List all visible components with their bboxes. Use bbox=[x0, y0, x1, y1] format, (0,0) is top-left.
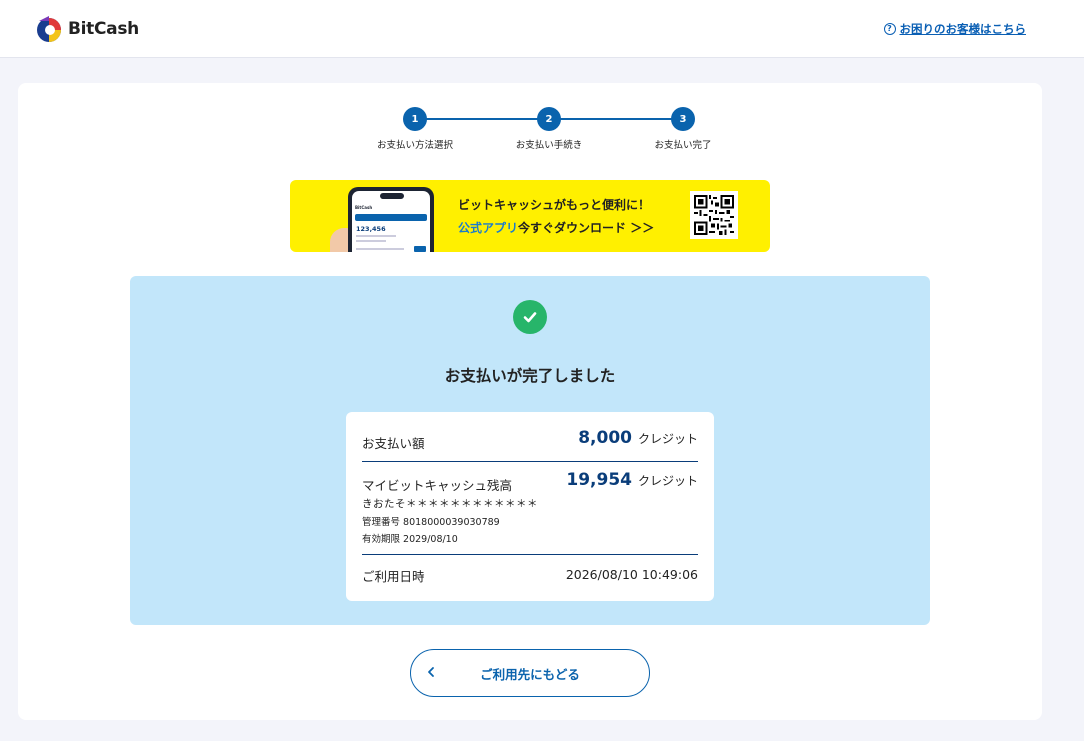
payment-amount-number: 8,000 bbox=[578, 428, 632, 448]
step-2: 2 お支払い手続き bbox=[489, 107, 609, 151]
phone-button bbox=[414, 246, 426, 252]
usage-date-value: 2026/08/10 10:49:06 bbox=[565, 567, 698, 582]
phone-text-line bbox=[356, 235, 396, 237]
detail-divider bbox=[362, 554, 698, 555]
banner-cta-accent: 公式アプリ bbox=[458, 221, 519, 235]
banner-cta-text: 今すぐダウンロード ＞＞ bbox=[518, 221, 655, 235]
help-link[interactable]: お困りのお客様はこちら bbox=[900, 21, 1027, 37]
phone-screen: BitCash 123,456 bbox=[352, 191, 430, 252]
payment-amount-value: 8,000 クレジット bbox=[578, 428, 698, 448]
progress-stepper: 1 お支払い方法選択 2 お支払い手続き 3 お支払い完了 bbox=[355, 107, 712, 157]
detail-divider bbox=[362, 461, 698, 462]
step-2-number: 2 bbox=[537, 107, 561, 131]
balance-label: マイビットキャッシュ残高 bbox=[362, 478, 513, 493]
step-1: 1 お支払い方法選択 bbox=[355, 107, 475, 151]
back-button-label: ご利用先にもどる bbox=[480, 666, 580, 682]
phone-amount: 123,456 bbox=[356, 225, 386, 233]
payment-amount-unit: クレジット bbox=[637, 432, 698, 446]
check-circle-icon bbox=[513, 300, 547, 334]
phone-illustration: BitCash 123,456 bbox=[348, 187, 434, 252]
step-3: 3 お支払い完了 bbox=[623, 107, 743, 151]
step-3-label: お支払い完了 bbox=[654, 140, 712, 151]
main-card: 1 お支払い方法選択 2 お支払い手続き 3 お支払い完了 BitCash 12… bbox=[18, 83, 1042, 720]
question-circle-icon: ? bbox=[883, 23, 896, 35]
phone-logo: BitCash bbox=[355, 205, 373, 211]
step-3-number: 3 bbox=[671, 107, 695, 131]
balance-value: 19,954 クレジット bbox=[566, 470, 698, 490]
qr-code-icon bbox=[690, 191, 738, 239]
banner-cta: 公式アプリ今すぐダウンロード ＞＞ bbox=[458, 219, 654, 236]
step-2-label: お支払い手続き bbox=[515, 140, 583, 151]
bitcash-logo[interactable]: BitCash bbox=[36, 13, 139, 45]
payment-result-panel: お支払いが完了しました お支払い額 8,000 クレジット マイビットキャッシュ… bbox=[130, 276, 930, 625]
phone-notch bbox=[380, 193, 404, 199]
logo-text: BitCash bbox=[68, 19, 139, 39]
banner-headline: ビットキャッシュがもっと便利に！ bbox=[458, 198, 651, 212]
chevron-left-icon bbox=[428, 667, 434, 677]
help-link-group[interactable]: ? お困りのお客様はこちら bbox=[883, 21, 1027, 37]
payment-amount-label: お支払い額 bbox=[362, 436, 425, 451]
result-title: お支払いが完了しました bbox=[444, 367, 616, 385]
usage-date-label: ご利用日時 bbox=[362, 569, 425, 584]
app-download-banner[interactable]: BitCash 123,456 ビットキャッシュがもっと便利に！ 公式アプリ今す… bbox=[290, 180, 770, 252]
step-1-number: 1 bbox=[403, 107, 427, 131]
header: BitCash ? お困りのお客様はこちら bbox=[0, 0, 1084, 58]
account-name-masked: きおたそ＊＊＊＊＊＊＊＊＊＊＊＊ bbox=[362, 498, 538, 510]
step-1-label: お支払い方法選択 bbox=[376, 140, 453, 151]
phone-header-bar bbox=[355, 214, 427, 221]
balance-unit: クレジット bbox=[637, 474, 698, 488]
bitcash-logo-icon bbox=[37, 16, 61, 42]
phone-text-line bbox=[356, 248, 404, 250]
back-to-merchant-button[interactable]: ご利用先にもどる bbox=[410, 649, 650, 697]
management-number: 管理番号 8018000039030789 bbox=[362, 517, 500, 528]
balance-number: 19,954 bbox=[566, 470, 632, 490]
phone-text-line bbox=[356, 240, 386, 242]
expiry-date: 有効期限 2029/08/10 bbox=[362, 534, 458, 545]
payment-detail-box: お支払い額 8,000 クレジット マイビットキャッシュ残高 19,954 クレ… bbox=[346, 412, 714, 601]
